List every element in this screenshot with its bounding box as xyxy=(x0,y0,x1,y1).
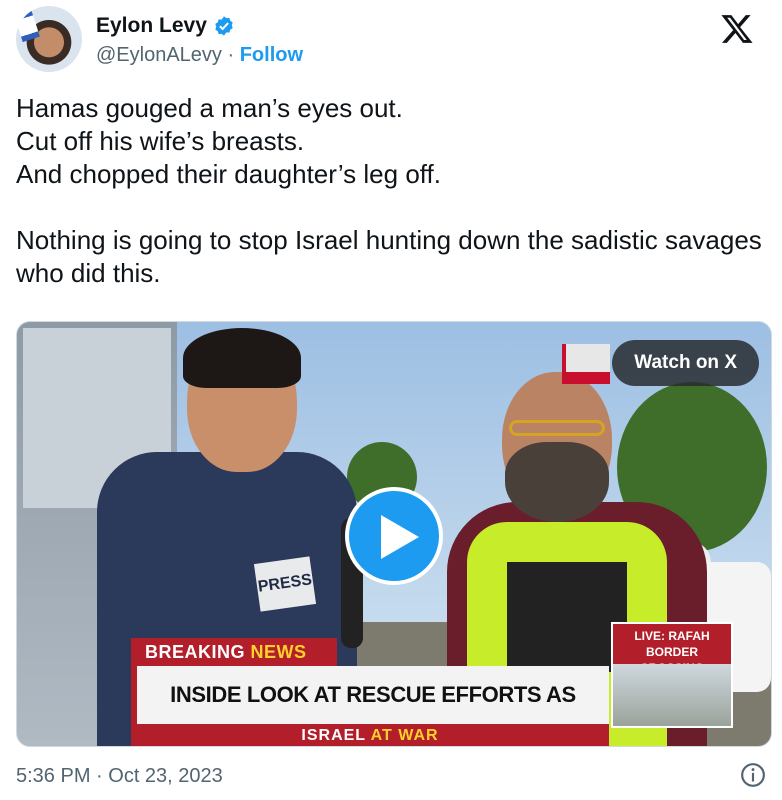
reporter-hair xyxy=(183,328,301,388)
tweet-timestamp[interactable]: 5:36 PM · Oct 23, 2023 xyxy=(16,765,223,787)
at-war-word: AT WAR xyxy=(370,727,439,744)
tweet-footer: 5:36 PM · Oct 23, 2023 xyxy=(16,762,766,790)
avatar[interactable] xyxy=(16,6,82,72)
press-patch: PRESS xyxy=(253,556,317,612)
follow-button[interactable]: Follow xyxy=(240,44,303,66)
handle-separator: · xyxy=(221,44,240,66)
israel-word: ISRAEL xyxy=(301,727,366,744)
verified-badge-icon xyxy=(215,16,233,36)
video-player[interactable]: PRESS Watch on X BREAKING NEWS INSIDE LO… xyxy=(16,321,772,747)
breaking-news-label: BREAKING NEWS xyxy=(131,638,337,666)
chyron-headline: INSIDE LOOK AT RESCUE EFFORTS AS ISRAEL … xyxy=(131,666,609,746)
author-handle[interactable]: @EylonALevy xyxy=(96,44,222,66)
rescuer-glasses xyxy=(509,420,605,436)
tweet-text: Hamas gouged a man’s eyes out. Cut off h… xyxy=(16,93,762,288)
play-button[interactable] xyxy=(345,487,443,585)
author-name-row: Eylon Levy xyxy=(96,14,235,38)
live-inset-scene xyxy=(613,664,731,726)
author-handle-row: @EylonALevy · Follow xyxy=(96,44,303,67)
broadcast-source-tag xyxy=(562,344,610,384)
live-inset: LIVE: RAFAH BORDER CROSSING xyxy=(611,622,733,728)
rescuer-beard xyxy=(505,442,609,522)
watch-on-x-button[interactable]: Watch on X xyxy=(612,340,759,386)
news-chyron: BREAKING NEWS INSIDE LOOK AT RESCUE EFFO… xyxy=(131,638,609,746)
live-inset-label: LIVE: RAFAH BORDER CROSSING xyxy=(613,624,731,675)
x-logo-icon[interactable] xyxy=(720,12,754,46)
source-tag-stripe xyxy=(566,372,610,384)
news-word: NEWS xyxy=(250,642,307,662)
tweet-header: Eylon Levy @EylonALevy · Follow xyxy=(16,6,782,72)
author-name[interactable]: Eylon Levy xyxy=(96,14,207,38)
israel-flag-icon xyxy=(16,9,40,43)
israel-at-war-bar: ISRAEL AT WAR xyxy=(131,724,609,746)
breaking-word: BREAKING xyxy=(145,642,246,662)
play-icon xyxy=(381,515,419,559)
info-icon[interactable] xyxy=(740,762,766,788)
